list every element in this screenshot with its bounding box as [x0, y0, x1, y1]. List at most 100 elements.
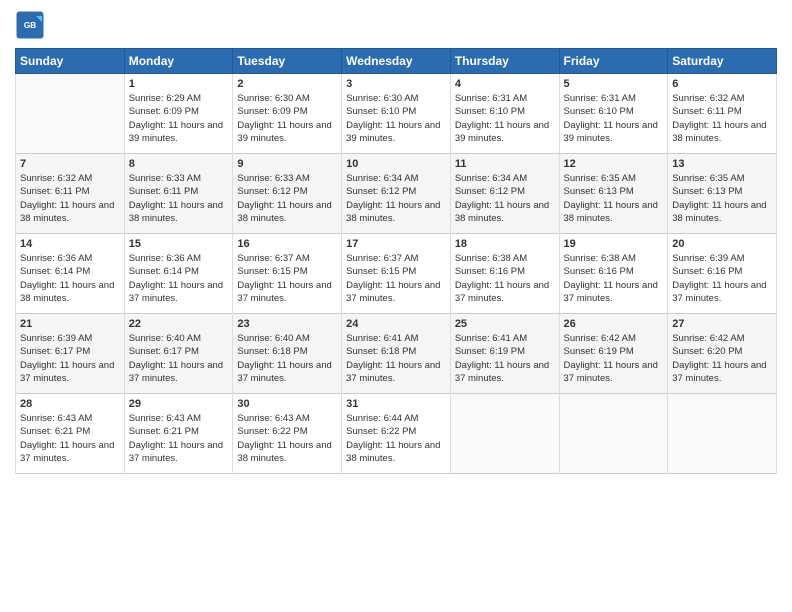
week-row-3: 21Sunrise: 6:39 AMSunset: 6:17 PMDayligh…: [16, 314, 777, 394]
calendar-cell: 13Sunrise: 6:35 AMSunset: 6:13 PMDayligh…: [668, 154, 777, 234]
week-row-0: 1Sunrise: 6:29 AMSunset: 6:09 PMDaylight…: [16, 74, 777, 154]
calendar-cell: 16 Sunrise: 6:37 AMSunset: 6:15 PMDayligh…: [233, 234, 342, 314]
day-number: 16: [237, 238, 337, 250]
day-number: 26: [564, 318, 664, 330]
week-row-1: 7 Sunrise: 6:32 AMSunset: 6:11 PMDaylight…: [16, 154, 777, 234]
calendar-cell: [668, 394, 777, 474]
calendar-cell: 19Sunrise: 6:38 AMSunset: 6:16 PMDayligh…: [559, 234, 668, 314]
cell-info: Sunrise: 6:30 AMSunset: 6:09 PMDaylight:…: [237, 92, 337, 145]
day-number: 21: [20, 318, 120, 330]
cell-info: Sunrise: 6:40 AMSunset: 6:18 PMDaylight:…: [237, 332, 337, 385]
calendar-cell: 21Sunrise: 6:39 AMSunset: 6:17 PMDayligh…: [16, 314, 125, 394]
cell-info: Sunrise: 6:34 AMSunset: 6:12 PMDaylight:…: [346, 172, 446, 225]
calendar-cell: 1Sunrise: 6:29 AMSunset: 6:09 PMDaylight…: [124, 74, 233, 154]
header-cell-monday: Monday: [124, 49, 233, 74]
day-number: 22: [129, 318, 229, 330]
calendar-cell: 20 Sunrise: 6:39 AMSunset: 6:16 PMDayligh…: [668, 234, 777, 314]
calendar-cell: 29 Sunrise: 6:43 AMSunset: 6:21 PMDayligh…: [124, 394, 233, 474]
header: GB: [15, 10, 777, 40]
cell-info: Sunrise: 6:41 AMSunset: 6:18 PMDaylight:…: [346, 332, 446, 385]
header-cell-friday: Friday: [559, 49, 668, 74]
cell-info: Sunrise: 6:32 AMSunset: 6:11 PMDaylight:…: [672, 92, 772, 145]
day-number: 8: [129, 158, 229, 170]
day-number: 12: [564, 158, 664, 170]
day-number: 29: [129, 398, 229, 410]
cell-info: Sunrise: 6:37 AMSunset: 6:15 PMDaylight:…: [346, 252, 446, 305]
day-number: 24: [346, 318, 446, 330]
day-number: 7: [20, 158, 120, 170]
calendar-cell: 10 Sunrise: 6:34 AMSunset: 6:12 PMDayligh…: [342, 154, 451, 234]
cell-info: Sunrise: 6:37 AMSunset: 6:15 PMDaylight:…: [237, 252, 337, 305]
day-number: 25: [455, 318, 555, 330]
calendar-cell: 8Sunrise: 6:33 AMSunset: 6:11 PMDaylight…: [124, 154, 233, 234]
week-row-2: 14 Sunrise: 6:36 AMSunset: 6:14 PMDayligh…: [16, 234, 777, 314]
calendar-cell: 14 Sunrise: 6:36 AMSunset: 6:14 PMDayligh…: [16, 234, 125, 314]
logo-icon: GB: [15, 10, 45, 40]
cell-info: Sunrise: 6:42 AMSunset: 6:20 PMDaylight:…: [672, 332, 772, 385]
calendar-cell: 24 Sunrise: 6:41 AMSunset: 6:18 PMDayligh…: [342, 314, 451, 394]
day-number: 23: [237, 318, 337, 330]
calendar-cell: 25 Sunrise: 6:41 AMSunset: 6:19 PMDayligh…: [450, 314, 559, 394]
cell-info: Sunrise: 6:38 AMSunset: 6:16 PMDaylight:…: [455, 252, 555, 305]
svg-text:GB: GB: [24, 21, 36, 30]
day-number: 10: [346, 158, 446, 170]
cell-info: Sunrise: 6:36 AMSunset: 6:14 PMDaylight:…: [129, 252, 229, 305]
day-number: 6: [672, 78, 772, 90]
day-number: 3: [346, 78, 446, 90]
calendar-cell: 17Sunrise: 6:37 AMSunset: 6:15 PMDayligh…: [342, 234, 451, 314]
day-number: 15: [129, 238, 229, 250]
cell-info: Sunrise: 6:39 AMSunset: 6:16 PMDaylight:…: [672, 252, 772, 305]
calendar-cell: 28 Sunrise: 6:43 AMSunset: 6:21 PMDayligh…: [16, 394, 125, 474]
cell-info: Sunrise: 6:32 AMSunset: 6:11 PMDaylight:…: [20, 172, 120, 225]
cell-info: Sunrise: 6:43 AMSunset: 6:21 PMDaylight:…: [129, 412, 229, 465]
calendar-cell: 3 Sunrise: 6:30 AMSunset: 6:10 PMDaylight…: [342, 74, 451, 154]
logo: GB: [15, 10, 49, 40]
calendar-cell: 30Sunrise: 6:43 AMSunset: 6:22 PMDayligh…: [233, 394, 342, 474]
cell-info: Sunrise: 6:31 AMSunset: 6:10 PMDaylight:…: [455, 92, 555, 145]
cell-info: Sunrise: 6:42 AMSunset: 6:19 PMDaylight:…: [564, 332, 664, 385]
cell-info: Sunrise: 6:33 AMSunset: 6:12 PMDaylight:…: [237, 172, 337, 225]
calendar-cell: 26 Sunrise: 6:42 AMSunset: 6:19 PMDayligh…: [559, 314, 668, 394]
calendar-header: SundayMondayTuesdayWednesdayThursdayFrid…: [16, 49, 777, 74]
calendar-cell: 11Sunrise: 6:34 AMSunset: 6:12 PMDayligh…: [450, 154, 559, 234]
day-number: 9: [237, 158, 337, 170]
cell-info: Sunrise: 6:41 AMSunset: 6:19 PMDaylight:…: [455, 332, 555, 385]
calendar-cell: 15 Sunrise: 6:36 AMSunset: 6:14 PMDayligh…: [124, 234, 233, 314]
calendar-cell: [450, 394, 559, 474]
day-number: 14: [20, 238, 120, 250]
day-number: 5: [564, 78, 664, 90]
calendar-cell: [559, 394, 668, 474]
calendar-cell: 18 Sunrise: 6:38 AMSunset: 6:16 PMDayligh…: [450, 234, 559, 314]
cell-info: Sunrise: 6:30 AMSunset: 6:10 PMDaylight:…: [346, 92, 446, 145]
cell-info: Sunrise: 6:43 AMSunset: 6:22 PMDaylight:…: [237, 412, 337, 465]
header-cell-tuesday: Tuesday: [233, 49, 342, 74]
calendar-table: SundayMondayTuesdayWednesdayThursdayFrid…: [15, 48, 777, 474]
calendar-cell: 5 Sunrise: 6:31 AMSunset: 6:10 PMDaylight…: [559, 74, 668, 154]
day-number: 20: [672, 238, 772, 250]
cell-info: Sunrise: 6:38 AMSunset: 6:16 PMDaylight:…: [564, 252, 664, 305]
calendar-cell: 4 Sunrise: 6:31 AMSunset: 6:10 PMDaylight…: [450, 74, 559, 154]
calendar-cell: 22 Sunrise: 6:40 AMSunset: 6:17 PMDayligh…: [124, 314, 233, 394]
cell-info: Sunrise: 6:44 AMSunset: 6:22 PMDaylight:…: [346, 412, 446, 465]
calendar-cell: 27Sunrise: 6:42 AMSunset: 6:20 PMDayligh…: [668, 314, 777, 394]
day-number: 11: [455, 158, 555, 170]
day-number: 4: [455, 78, 555, 90]
calendar-cell: 7 Sunrise: 6:32 AMSunset: 6:11 PMDaylight…: [16, 154, 125, 234]
day-number: 2: [237, 78, 337, 90]
day-number: 28: [20, 398, 120, 410]
cell-info: Sunrise: 6:36 AMSunset: 6:14 PMDaylight:…: [20, 252, 120, 305]
cell-info: Sunrise: 6:31 AMSunset: 6:10 PMDaylight:…: [564, 92, 664, 145]
calendar-body: 1Sunrise: 6:29 AMSunset: 6:09 PMDaylight…: [16, 74, 777, 474]
day-number: 31: [346, 398, 446, 410]
calendar-cell: [16, 74, 125, 154]
calendar-cell: 2 Sunrise: 6:30 AMSunset: 6:09 PMDaylight…: [233, 74, 342, 154]
day-number: 1: [129, 78, 229, 90]
header-cell-sunday: Sunday: [16, 49, 125, 74]
day-number: 18: [455, 238, 555, 250]
cell-info: Sunrise: 6:35 AMSunset: 6:13 PMDaylight:…: [672, 172, 772, 225]
cell-info: Sunrise: 6:43 AMSunset: 6:21 PMDaylight:…: [20, 412, 120, 465]
header-cell-saturday: Saturday: [668, 49, 777, 74]
header-cell-thursday: Thursday: [450, 49, 559, 74]
week-row-4: 28 Sunrise: 6:43 AMSunset: 6:21 PMDayligh…: [16, 394, 777, 474]
cell-info: Sunrise: 6:40 AMSunset: 6:17 PMDaylight:…: [129, 332, 229, 385]
